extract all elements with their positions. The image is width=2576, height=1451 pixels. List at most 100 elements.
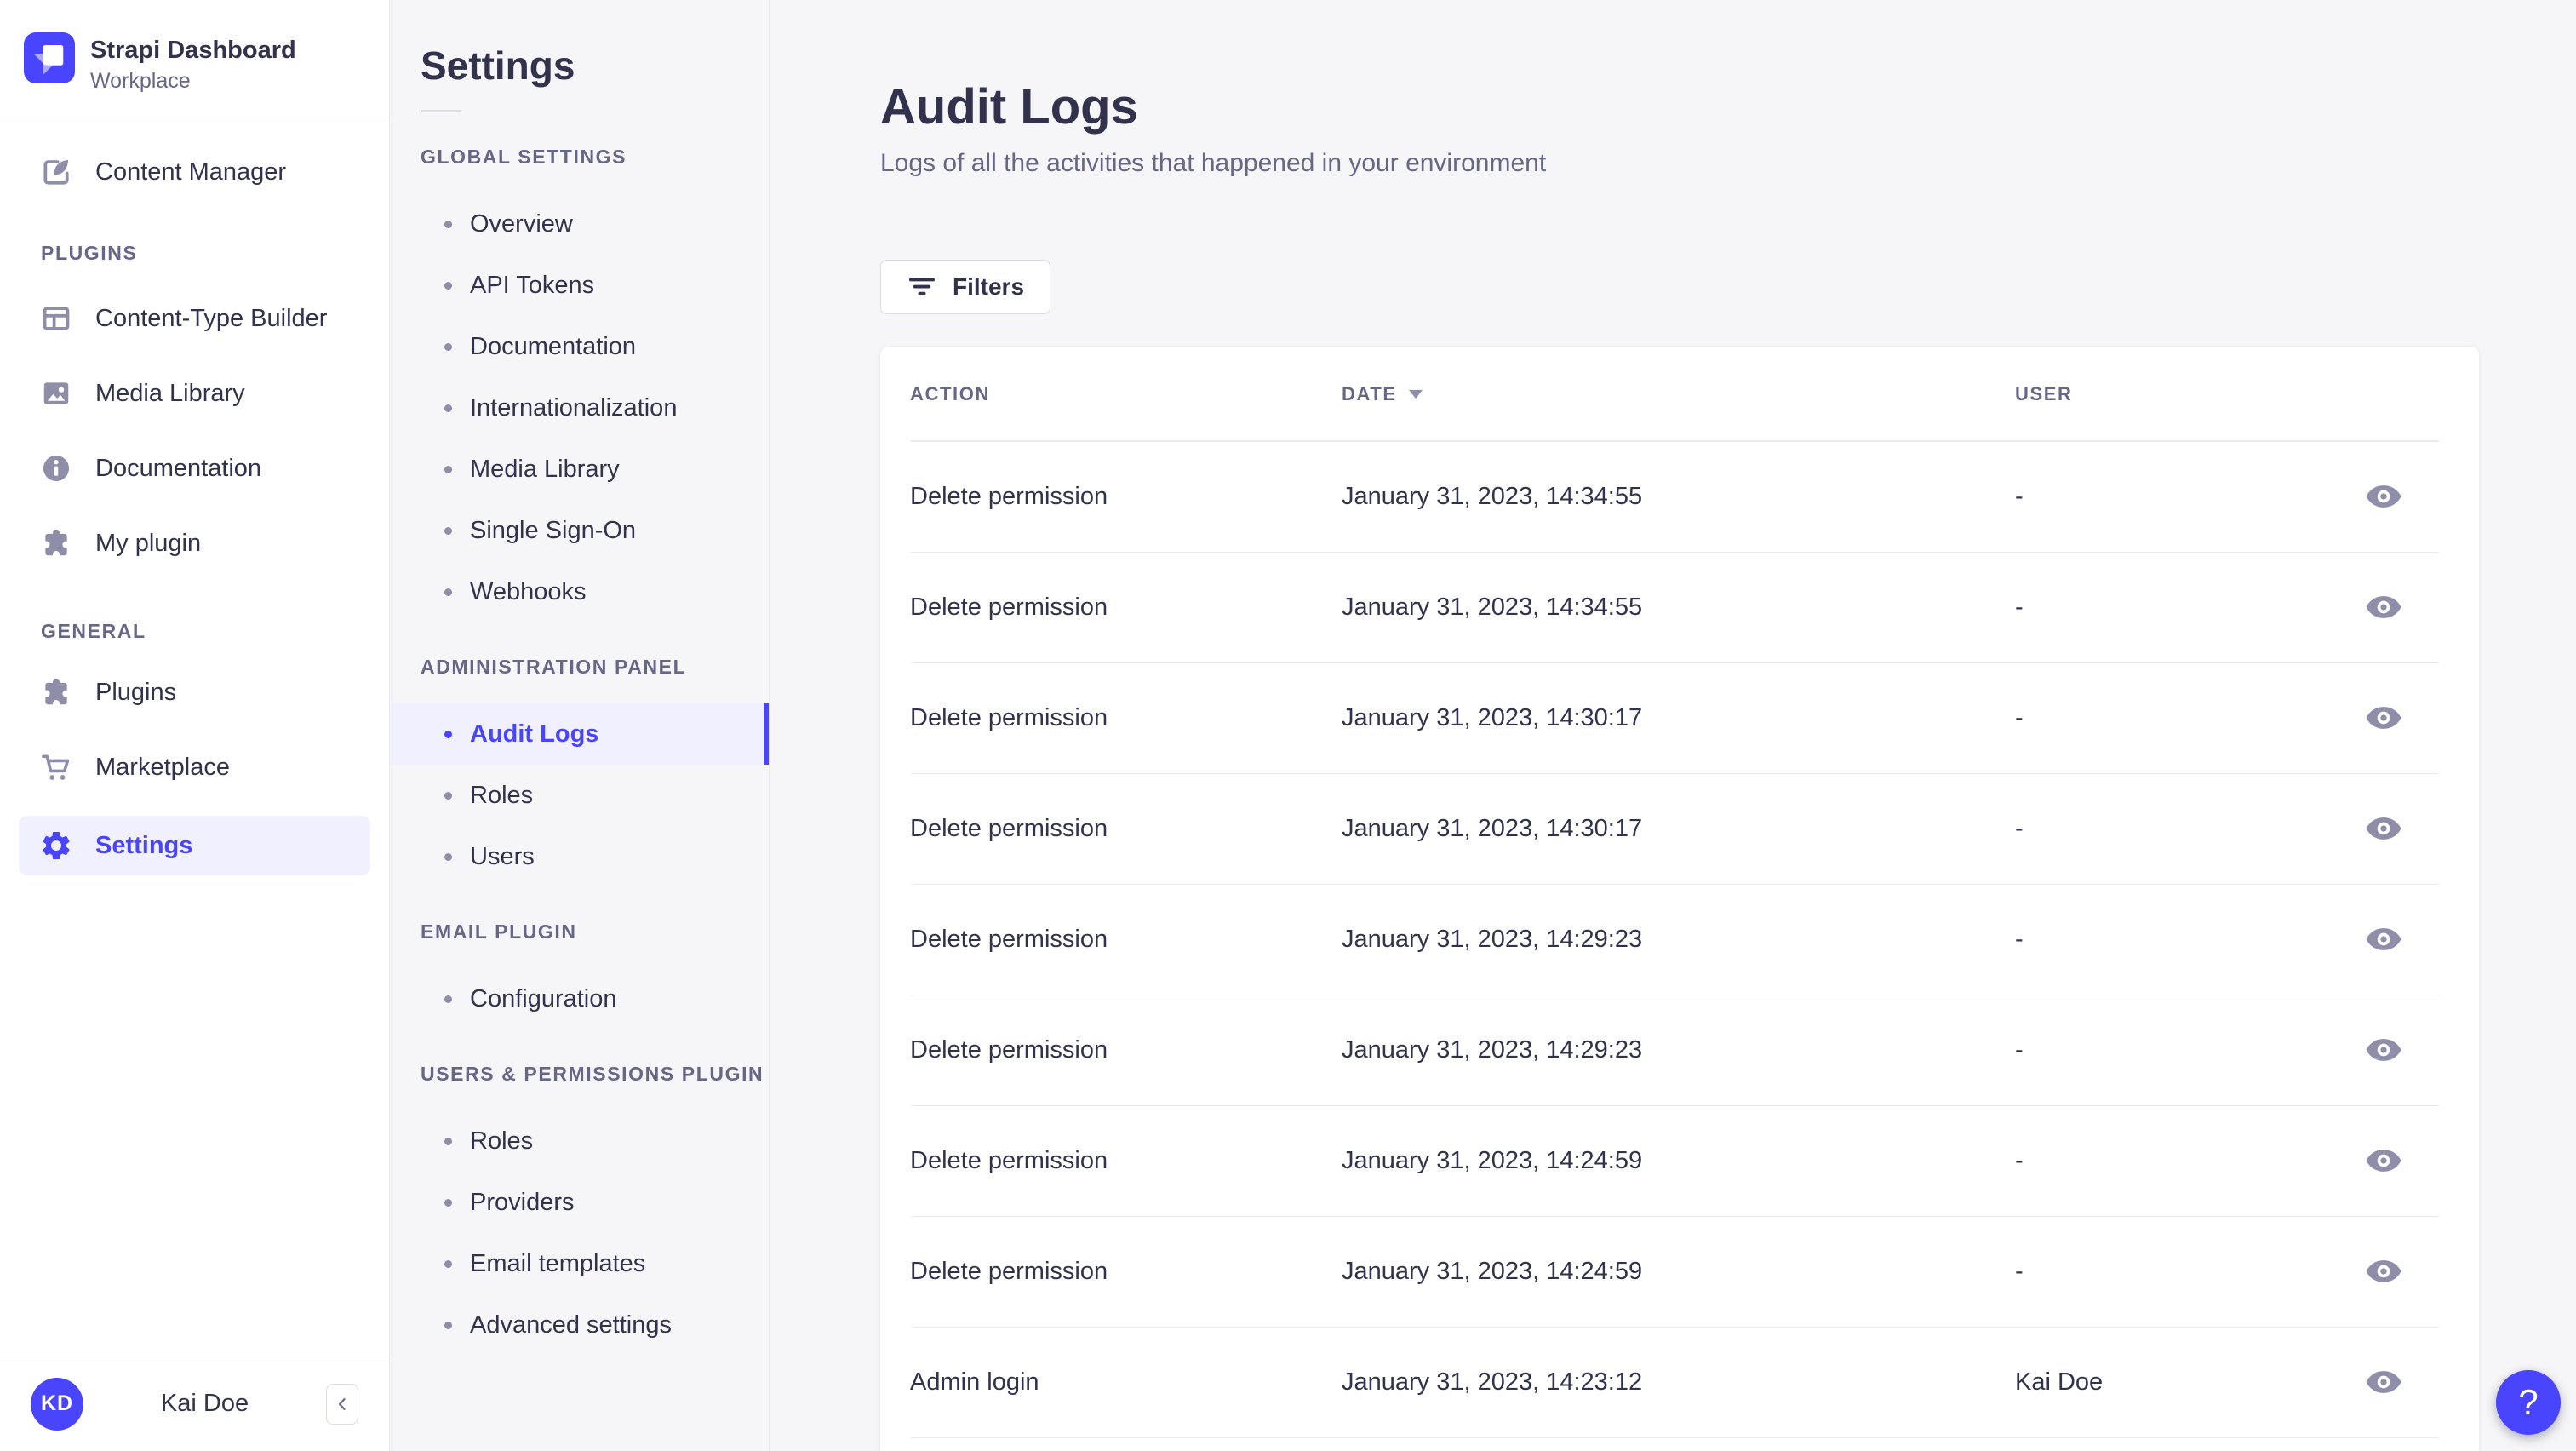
strapi-logo-icon <box>24 32 75 83</box>
column-header-label: ACTION <box>910 382 990 404</box>
view-details-button[interactable] <box>2365 699 2402 737</box>
subnav-item-label: Overview <box>470 209 573 238</box>
view-details-button[interactable] <box>2365 588 2402 626</box>
collapse-sidebar-button[interactable] <box>326 1383 358 1425</box>
subnav-section-email-plugin: EMAIL PLUGIN <box>421 920 577 943</box>
view-details-button[interactable] <box>2365 1031 2402 1069</box>
sidebar-section-general: GENERAL <box>41 619 146 642</box>
table-row[interactable]: Delete permission January 31, 2023, 14:3… <box>880 552 2479 662</box>
sidebar-item-label: Settings <box>95 831 193 859</box>
main-sidebar: Strapi Dashboard Workplace Content Manag… <box>0 0 390 1451</box>
subnav-item-email-templates[interactable]: Email templates <box>390 1233 769 1294</box>
sort-desc-icon <box>1408 389 1423 399</box>
subnav-item-audit-logs[interactable]: Audit Logs <box>390 703 769 765</box>
sidebar-item-plugins[interactable]: Plugins <box>0 655 389 730</box>
table-row[interactable]: Delete permission January 31, 2023, 14:3… <box>880 441 2479 552</box>
cell-date: January 31, 2023, 14:30:17 <box>1342 814 1643 842</box>
sidebar-item-marketplace[interactable]: Marketplace <box>0 730 389 805</box>
view-details-button[interactable] <box>2365 1363 2402 1401</box>
page-subtitle: Logs of all the activities that happened… <box>880 149 1547 177</box>
subnav-item-webhooks[interactable]: Webhooks <box>390 561 769 622</box>
subnav-item-internationalization[interactable]: Internationalization <box>390 377 769 439</box>
sidebar-section-plugins: PLUGINS <box>41 241 138 264</box>
table-row[interactable]: Delete permission January 31, 2023, 14:2… <box>880 1216 2479 1327</box>
workspace-switcher[interactable]: Strapi Dashboard Workplace <box>0 0 389 118</box>
subnav-item-api-tokens[interactable]: API Tokens <box>390 255 769 316</box>
bullet-icon <box>444 465 452 473</box>
table-row[interactable]: Delete permission January 31, 2023, 14:2… <box>880 995 2479 1105</box>
cell-user: - <box>2015 814 2024 842</box>
subnav-item-label: Roles <box>470 781 534 809</box>
table-row[interactable]: Admin login January 31, 2023, 14:23:12 K… <box>880 1327 2479 1437</box>
cell-action: Admin login <box>910 1368 1039 1396</box>
cell-user: - <box>2015 703 2024 731</box>
subnav-item-overview[interactable]: Overview <box>390 193 769 255</box>
cell-user: - <box>2015 1035 2024 1064</box>
view-details-button[interactable] <box>2365 920 2402 958</box>
subnav-divider <box>421 110 461 112</box>
gear-icon <box>39 829 73 863</box>
filters-button-label: Filters <box>953 273 1025 300</box>
user-name: Kai Doe <box>160 1390 249 1417</box>
sidebar-item-label: Media Library <box>95 379 245 407</box>
subnav-item-users[interactable]: Users <box>390 826 769 887</box>
cell-date: January 31, 2023, 14:34:55 <box>1342 593 1643 621</box>
cell-date: January 31, 2023, 14:30:17 <box>1342 703 1643 731</box>
subnav-item-label: Roles <box>470 1127 534 1155</box>
sidebar-item-documentation[interactable]: Documentation <box>0 431 389 506</box>
cell-action: Delete permission <box>910 1257 1108 1285</box>
sidebar-item-content-type-builder[interactable]: Content-Type Builder <box>0 281 389 356</box>
view-details-button[interactable] <box>2365 478 2402 515</box>
sidebar-nav: Content Manager PLUGINS Content-Type Bui… <box>0 141 389 875</box>
view-details-button[interactable] <box>2365 1253 2402 1290</box>
sidebar-item-media-library[interactable]: Media Library <box>0 356 389 431</box>
table-row[interactable]: Delete permission January 31, 2023, 14:2… <box>880 884 2479 995</box>
bullet-icon <box>444 1137 452 1145</box>
sidebar-item-label: Marketplace <box>95 753 230 781</box>
cell-user: - <box>2015 925 2024 953</box>
subnav-item-roles[interactable]: Roles <box>390 765 769 826</box>
filters-button[interactable]: Filters <box>880 260 1051 314</box>
subnav-item-configuration[interactable]: Configuration <box>390 968 769 1029</box>
content-manager-icon <box>39 155 73 189</box>
user-avatar[interactable]: KD <box>31 1377 83 1431</box>
cell-action: Delete permission <box>910 593 1108 621</box>
cell-action: Delete permission <box>910 1035 1108 1064</box>
view-details-button[interactable] <box>2365 1142 2402 1179</box>
subnav-item-label: Users <box>470 842 535 870</box>
cell-action: Delete permission <box>910 925 1108 953</box>
sidebar-item-label: Documentation <box>95 454 262 482</box>
cell-action: Delete permission <box>910 1146 1108 1174</box>
column-header-user[interactable]: USER <box>2015 383 2365 405</box>
main-content: Audit Logs Logs of all the activities th… <box>770 0 2576 1451</box>
bullet-icon <box>444 220 452 228</box>
content-type-builder-icon <box>39 301 73 336</box>
column-header-date[interactable]: DATE <box>1342 383 2015 405</box>
media-library-icon <box>39 376 73 410</box>
question-mark-icon: ? <box>2518 1382 2539 1422</box>
sidebar-item-content-manager[interactable]: Content Manager <box>0 141 389 203</box>
subnav-item-providers[interactable]: Providers <box>390 1172 769 1233</box>
table-row[interactable]: Delete permission January 31, 2023, 14:3… <box>880 773 2479 884</box>
cell-user: Kai Doe <box>2015 1368 2104 1396</box>
subnav-item-single-sign-on[interactable]: Single Sign-On <box>390 500 769 561</box>
subnav-section-administration-panel: ADMINISTRATION PANEL <box>421 655 687 678</box>
sidebar-item-label: My plugin <box>95 529 202 557</box>
cell-action: Delete permission <box>910 703 1108 731</box>
table-row[interactable]: Delete permission January 31, 2023, 14:2… <box>880 1105 2479 1216</box>
sidebar-item-my-plugin[interactable]: My plugin <box>0 506 389 581</box>
sidebar-item-settings[interactable]: Settings <box>19 816 370 875</box>
help-button[interactable]: ? <box>2496 1370 2561 1435</box>
subnav-item-media-library[interactable]: Media Library <box>390 439 769 500</box>
subnav-item-documentation[interactable]: Documentation <box>390 316 769 377</box>
subnav-item-label: Advanced settings <box>470 1310 672 1339</box>
subnav-item-up-roles[interactable]: Roles <box>390 1110 769 1172</box>
settings-subnav: Settings GLOBAL SETTINGS Overview API To… <box>390 0 770 1451</box>
bullet-icon <box>444 730 452 738</box>
sidebar-footer: KD Kai Doe <box>0 1356 389 1451</box>
view-details-button[interactable] <box>2365 810 2402 847</box>
bullet-icon <box>444 281 452 290</box>
column-header-action[interactable]: ACTION <box>910 383 1342 405</box>
subnav-item-advanced-settings[interactable]: Advanced settings <box>390 1294 769 1356</box>
table-row[interactable]: Delete permission January 31, 2023, 14:3… <box>880 662 2479 773</box>
